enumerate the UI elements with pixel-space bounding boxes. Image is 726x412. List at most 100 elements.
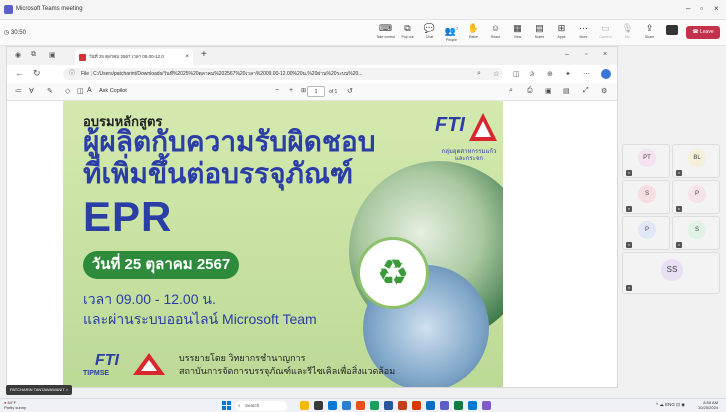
taskbar-app-icon[interactable] xyxy=(398,401,407,410)
back-icon[interactable]: ← xyxy=(15,68,24,78)
url-field[interactable]: ⓘ File | C:/Users/patcharint/Downloads/ว… xyxy=(63,68,503,80)
info-icon: ⓘ xyxy=(69,71,76,77)
taskbar-search[interactable]: ⌕ Search xyxy=(235,401,287,411)
people-count: 7 xyxy=(455,26,459,31)
fullscreen-icon[interactable]: ⤢ xyxy=(583,87,589,95)
taskbar-app-icon[interactable] xyxy=(412,401,421,410)
taskbar-app-icon[interactable] xyxy=(440,401,449,410)
toolbar-react-button[interactable]: ☺ React xyxy=(484,23,507,45)
zoom-in-icon[interactable]: + xyxy=(289,87,293,94)
minimize-icon[interactable]: – xyxy=(565,51,569,58)
fti-bottom-text: FTI xyxy=(95,352,120,369)
toolbar-raise-button[interactable]: ✋ Raise xyxy=(462,23,485,45)
teams-logo-icon xyxy=(4,5,13,14)
search-icon: ⌕ xyxy=(238,403,241,408)
workspaces-icon[interactable]: ⧉ xyxy=(31,51,36,59)
toolbar-view-button[interactable]: ▦ View xyxy=(506,23,529,45)
pdf-toolbar: ≔ ∀ ✎ ◇ ◫ A Ask Copilot − + ⊞ 1 of 1 ↺ ⌕… xyxy=(7,83,617,101)
toolbar-mic-button[interactable]: 🎙 Mic xyxy=(616,23,639,45)
draw-icon[interactable]: ✎ xyxy=(47,87,53,95)
taskbar-app-icon[interactable] xyxy=(328,401,337,410)
address-text: C:/Users/patcharint/Downloads/วันที่%202… xyxy=(93,71,363,77)
taskbar-app-icon[interactable] xyxy=(468,401,477,410)
clock[interactable]: 8:50 AM 10/25/2024 xyxy=(698,400,718,410)
toolbar-chat-button[interactable]: 💬 Chat xyxy=(418,23,441,45)
taskbar-app-icon[interactable] xyxy=(482,401,491,410)
share-icon: ⇪ xyxy=(645,23,654,33)
settings-icon[interactable]: ⚙ xyxy=(601,87,607,95)
toolbar-notes-button[interactable]: ▤ Notes xyxy=(528,23,551,45)
more-icon[interactable]: ⋯ xyxy=(583,70,590,78)
close-icon[interactable]: × xyxy=(603,51,607,58)
new-tab-icon[interactable]: + xyxy=(201,49,207,60)
participant-tile[interactable]: P × xyxy=(622,216,670,250)
taskbar-app-icon[interactable] xyxy=(454,401,463,410)
print-icon[interactable]: ⎙ xyxy=(527,87,533,95)
participant-tile-large[interactable]: SS × xyxy=(622,252,720,294)
save-icon[interactable]: ▣ xyxy=(545,87,552,95)
toolbar-apps-button[interactable]: ⊞ Apps xyxy=(550,23,573,45)
favorite-icon[interactable]: ☆ xyxy=(493,70,499,78)
toolbar-share-button[interactable]: ⇪ Share xyxy=(638,23,661,45)
fti-group-text: กลุ่มอุตสาหกรรมแก้วและกระจก xyxy=(441,149,497,162)
share-chip-icon[interactable] xyxy=(666,25,678,35)
epr-title: EPR xyxy=(83,193,173,240)
toolbar-pop-out-button[interactable]: ⧉ Pop out xyxy=(396,23,419,45)
minimize-icon[interactable]: – xyxy=(686,4,690,13)
extensions-icon[interactable]: ✦ xyxy=(565,70,571,78)
read-aloud-icon[interactable]: A xyxy=(87,87,92,94)
taskbar-app-icon[interactable] xyxy=(356,401,365,410)
participant-tile[interactable]: BL × xyxy=(672,144,720,178)
ask-copilot-button[interactable]: Ask Copilot xyxy=(99,88,127,94)
time-text: เวลา 09.00 - 12.00 น. xyxy=(83,291,216,307)
zoom-icon[interactable]: ⌕ xyxy=(477,70,481,78)
participant-tile[interactable]: P × xyxy=(672,180,720,214)
browser-tab[interactable]: วันที่ 25 ตุลาคม 2567 เวลา 09.00-12.0 × xyxy=(75,49,193,65)
participant-tile[interactable]: S × xyxy=(622,180,670,214)
taskbar-app-icon[interactable] xyxy=(342,401,351,410)
fit-icon[interactable]: ⊞ xyxy=(301,87,306,94)
close-icon[interactable]: × xyxy=(714,4,719,13)
maximize-icon[interactable]: ▫ xyxy=(700,4,703,13)
heading-line1: ผู้ผลิตกับความรับผิดชอบ xyxy=(83,126,376,157)
people-icon: 👥7 xyxy=(444,26,459,36)
toolbar-more-button[interactable]: ⋯ More xyxy=(572,23,595,45)
taskbar-app-icon[interactable] xyxy=(384,401,393,410)
copilot-icon[interactable] xyxy=(601,69,611,79)
profile-icon[interactable]: ◉ xyxy=(15,51,21,59)
taskbar-app-icon[interactable] xyxy=(300,401,309,410)
page-number-input[interactable]: 1 xyxy=(307,86,325,97)
windows-start-icon[interactable] xyxy=(222,401,231,410)
favorites-icon[interactable]: ✰ xyxy=(529,70,535,78)
shared-screen: ◉ ⧉ ▣ วันที่ 25 ตุลาคม 2567 เวลา 09.00-1… xyxy=(6,46,618,388)
maximize-icon[interactable]: ▫ xyxy=(585,51,587,58)
taskbar-app-icon[interactable] xyxy=(370,401,379,410)
system-tray[interactable]: ^ ☁ ENG ⊡ ◉ xyxy=(656,402,685,408)
collections-icon[interactable]: ⊕ xyxy=(547,70,553,78)
rotate-icon[interactable]: ↺ xyxy=(347,87,353,95)
zoom-out-icon[interactable]: − xyxy=(275,87,279,94)
split-icon[interactable]: ◫ xyxy=(513,70,520,78)
participant-tile[interactable]: S × xyxy=(672,216,720,250)
highlight-icon[interactable]: ∀ xyxy=(29,87,34,95)
erase-icon[interactable]: ◇ xyxy=(65,87,70,95)
participant-tile[interactable]: PT × xyxy=(622,144,670,178)
contents-icon[interactable]: ≔ xyxy=(15,87,22,95)
toolbar-people-button[interactable]: 👥7 People xyxy=(440,23,463,45)
participants-panel: SS × PT × BL × S × P × P × S × xyxy=(622,144,722,294)
close-tab-icon[interactable]: × xyxy=(185,49,189,65)
page-view-icon[interactable]: ◫ xyxy=(77,87,84,95)
leave-button[interactable]: ☎ Leave xyxy=(686,26,720,39)
taskbar-app-icon[interactable] xyxy=(314,401,323,410)
search-icon[interactable]: ⌕ xyxy=(509,87,513,95)
tab-actions-icon[interactable]: ▣ xyxy=(49,51,56,59)
toolbar-camera-button[interactable]: ▭ Camera xyxy=(594,23,617,45)
refresh-icon[interactable]: ↻ xyxy=(33,68,41,79)
mic-icon: 🎙 xyxy=(621,23,634,33)
toolbar-label: View xyxy=(513,35,522,39)
taskbar-app-icon[interactable] xyxy=(426,401,435,410)
apps-icon: ⊞ xyxy=(557,23,566,33)
weather-widget[interactable]: ● 84°F Partly sunny xyxy=(4,400,26,410)
toolbar-take-control-button[interactable]: ⌨ Take control xyxy=(374,23,397,45)
save-as-icon[interactable]: ▤ xyxy=(563,87,570,95)
